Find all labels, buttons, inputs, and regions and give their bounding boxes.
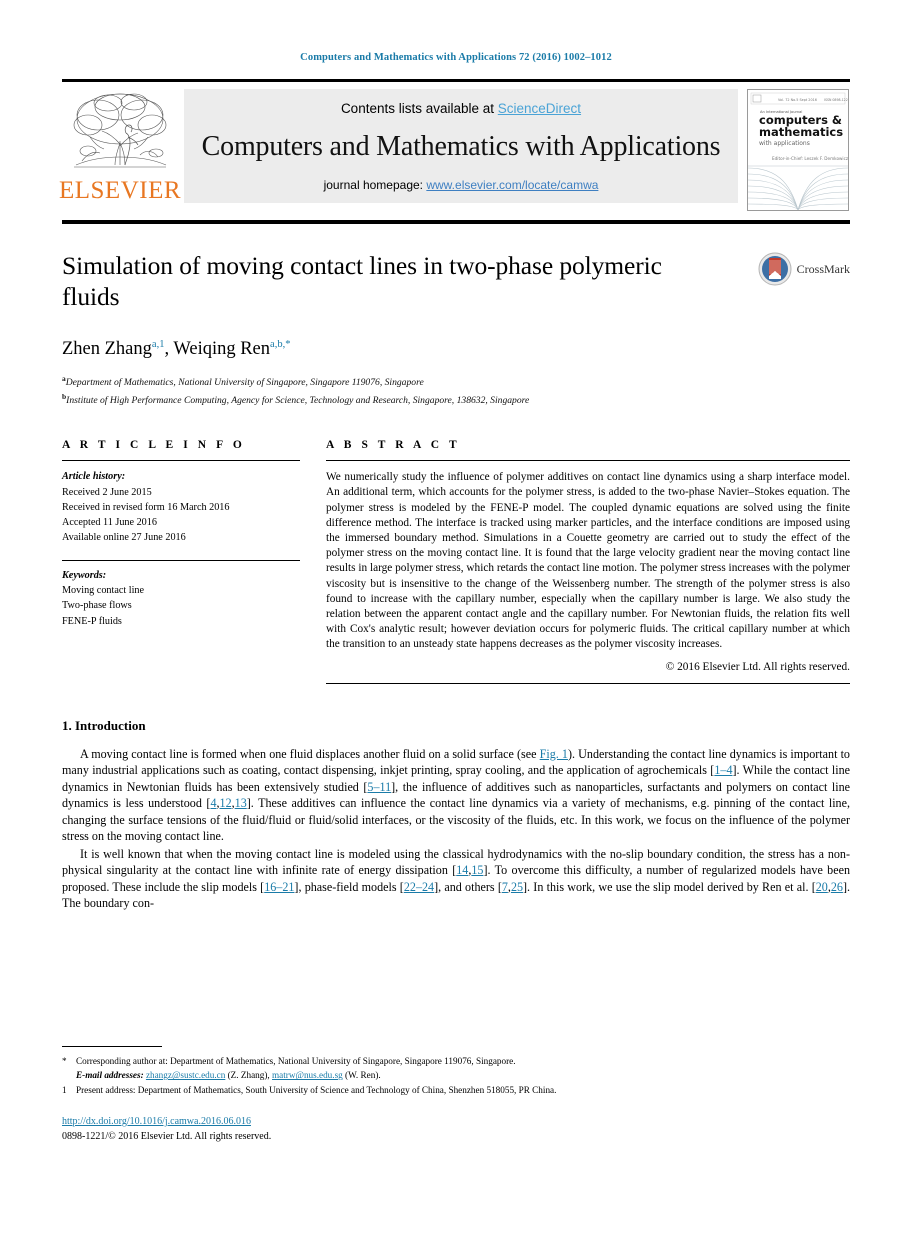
journal-title: Computers and Mathematics with Applicati…: [201, 131, 721, 162]
p2-seg-7: ]. In this work, we use the slip model d…: [523, 879, 816, 894]
citation-22-24[interactable]: 22–24: [404, 880, 434, 894]
citation-15[interactable]: 15: [471, 863, 483, 877]
citation-20[interactable]: 20: [816, 880, 828, 894]
article-info-heading: A R T I C L E I N F O: [62, 439, 246, 452]
abstract-text: We numerically study the influence of po…: [326, 471, 850, 651]
keyword-3: FENE-P fluids: [62, 615, 122, 627]
history-received: Received 2 June 2015: [62, 486, 152, 498]
keyword-1: Moving contact line: [62, 585, 145, 597]
footnote-marker-1: 1: [62, 1084, 67, 1095]
running-head: Computers and Mathematics with Applicati…: [300, 52, 612, 63]
svg-text:with applications: with applications: [759, 140, 810, 147]
author-name-1: Zhen Zhang: [62, 339, 152, 359]
keyword-2: Two-phase flows: [62, 600, 132, 612]
figure-1-link[interactable]: Fig. 1: [540, 747, 568, 761]
citation-25[interactable]: 25: [511, 880, 523, 894]
history-accepted: Accepted 11 June 2016: [62, 517, 157, 529]
contents-lists-prefix: Contents lists available at: [340, 101, 498, 116]
contents-lists-line: Contents lists available at ScienceDirec…: [341, 101, 581, 116]
journal-cover-thumbnail: Vol. 72 No.5 Sept 2016 ISSN 0898-1221 An…: [747, 89, 849, 211]
introduction-heading: 1. Introduction: [62, 717, 146, 733]
footnote-corresponding-author: * Corresponding author at: Department of…: [62, 1054, 850, 1068]
abstract-heading: A B S T R A C T: [326, 439, 461, 452]
author-sup-2: a,b,*: [270, 338, 291, 350]
affiliation-b: bInstitute of High Performance Computing…: [62, 391, 850, 409]
affiliation-a: aDepartment of Mathematics, National Uni…: [62, 373, 850, 391]
sciencedirect-link[interactable]: ScienceDirect: [498, 101, 581, 116]
citation-26[interactable]: 26: [831, 880, 843, 894]
crossmark-label: CrossMark: [796, 261, 850, 276]
page-content: Computers and Mathematics with Applicati…: [58, 0, 850, 912]
affiliation-list: aDepartment of Mathematics, National Uni…: [62, 373, 850, 409]
crossmark-badge[interactable]: CrossMark: [758, 252, 850, 286]
keywords-rule: [62, 559, 300, 561]
p1-seg-1: A moving contact line is formed when one…: [80, 746, 540, 761]
email-link-zhang[interactable]: zhangz@sustc.edu.cn: [146, 1070, 225, 1080]
article-history: Article history: Received 2 June 2015 Re…: [62, 469, 300, 545]
info-abstract-row: A R T I C L E I N F O Article history: R…: [62, 439, 850, 684]
introduction-section: 1. Introduction A moving contact line is…: [62, 718, 850, 912]
citation-16-21[interactable]: 16–21: [264, 880, 294, 894]
footnote-present-address-text: Present address: Department of Mathemati…: [76, 1084, 557, 1095]
footnotes-block: * Corresponding author at: Department of…: [62, 1046, 850, 1144]
introduction-paragraph-1: A moving contact line is formed when one…: [62, 746, 850, 845]
svg-text:mathematics: mathematics: [759, 125, 843, 139]
introduction-paragraph-2: It is well known that when the moving co…: [62, 846, 850, 912]
issn-copyright-line: 0898-1221/© 2016 Elsevier Ltd. All right…: [62, 1130, 272, 1142]
affiliation-text-b: Institute of High Performance Computing,…: [66, 395, 530, 407]
citation-13[interactable]: 13: [235, 796, 247, 810]
footnote-marker-star: *: [62, 1056, 67, 1066]
footnote-corresponding-text: Corresponding author at: Department of M…: [76, 1056, 516, 1066]
title-block: Simulation of moving contact lines in tw…: [62, 250, 850, 316]
journal-cover-cell: Vol. 72 No.5 Sept 2016 ISSN 0898-1221 An…: [746, 89, 850, 211]
journal-masthead: ELSEVIER Contents lists available at Sci…: [58, 79, 850, 211]
svg-text:ISSN 0898-1221: ISSN 0898-1221: [824, 98, 848, 102]
page-title: Simulation of moving contact lines in tw…: [62, 251, 662, 312]
elsevier-tree-icon: [73, 93, 167, 168]
article-info-rule: [62, 460, 300, 462]
email-link-ren[interactable]: matrw@nus.edu.sg: [272, 1070, 343, 1080]
history-revised: Received in revised form 16 March 2016: [62, 501, 230, 513]
homepage-prefix: journal homepage:: [323, 178, 427, 192]
doi-link[interactable]: http://dx.doi.org/10.1016/j.camwa.2016.0…: [62, 1116, 251, 1127]
footnote-present-address: 1 Present address: Department of Mathema…: [62, 1083, 850, 1097]
email-who-ren: (W. Ren).: [342, 1070, 381, 1081]
journal-homepage-line: journal homepage: www.elsevier.com/locat…: [324, 178, 599, 192]
elsevier-wordmark: ELSEVIER: [58, 177, 182, 204]
author-name-2: Weiqing Ren: [173, 339, 271, 359]
masthead-bottom-rule: [62, 220, 850, 224]
footnote-emails: E-mail addresses: zhangz@sustc.edu.cn (Z…: [62, 1068, 850, 1082]
journal-homepage-link[interactable]: www.elsevier.com/locate/camwa: [426, 178, 598, 192]
citation-5-11[interactable]: 5–11: [367, 780, 391, 794]
svg-text:Editor-in-Chief: Leszek F. Dem: Editor-in-Chief: Leszek F. Demkowicz: [772, 156, 848, 161]
svg-text:Vol. 72 No.5 Sept 2016: Vol. 72 No.5 Sept 2016: [778, 98, 817, 102]
doi-block: http://dx.doi.org/10.1016/j.camwa.2016.0…: [62, 1111, 850, 1144]
author-sup-1: a,1: [151, 338, 165, 350]
footnote-rule: [62, 1046, 162, 1047]
keywords-block: Keywords: Moving contact line Two-phase …: [62, 559, 300, 629]
journal-banner: Contents lists available at ScienceDirec…: [184, 89, 738, 203]
article-history-label: Article history:: [62, 471, 126, 483]
abstract-column: A B S T R A C T We numerically study the…: [326, 439, 850, 684]
author-list: Zhen Zhanga,1, Weiqing Rena,b,*: [62, 338, 291, 359]
journal-cover-art: Vol. 72 No.5 Sept 2016 ISSN 0898-1221 An…: [748, 90, 848, 210]
journal-article-page: Computers and Mathematics with Applicati…: [0, 0, 907, 1238]
citation-12[interactable]: 12: [220, 796, 232, 810]
p2-seg-5: ], and others [: [434, 879, 502, 894]
email-addresses-label: E-mail addresses:: [76, 1070, 144, 1081]
abstract-copyright: © 2016 Elsevier Ltd. All rights reserved…: [665, 660, 850, 673]
citation-1-4[interactable]: 1–4: [714, 763, 732, 777]
crossmark-icon: [758, 252, 792, 286]
citation-14[interactable]: 14: [456, 863, 468, 877]
abstract-rule: [326, 460, 850, 462]
p2-seg-4: ], phase-field models [: [294, 879, 404, 894]
email-who-zhang: (Z. Zhang),: [225, 1070, 273, 1081]
elsevier-logo: ELSEVIER: [58, 89, 182, 211]
article-info-column: A R T I C L E I N F O Article history: R…: [62, 439, 300, 629]
affiliation-text-a: Department of Mathematics, National Univ…: [65, 377, 424, 389]
history-available-online: Available online 27 June 2016: [62, 532, 186, 544]
abstract-bottom-rule: [326, 682, 850, 684]
keywords-label: Keywords:: [62, 569, 107, 581]
